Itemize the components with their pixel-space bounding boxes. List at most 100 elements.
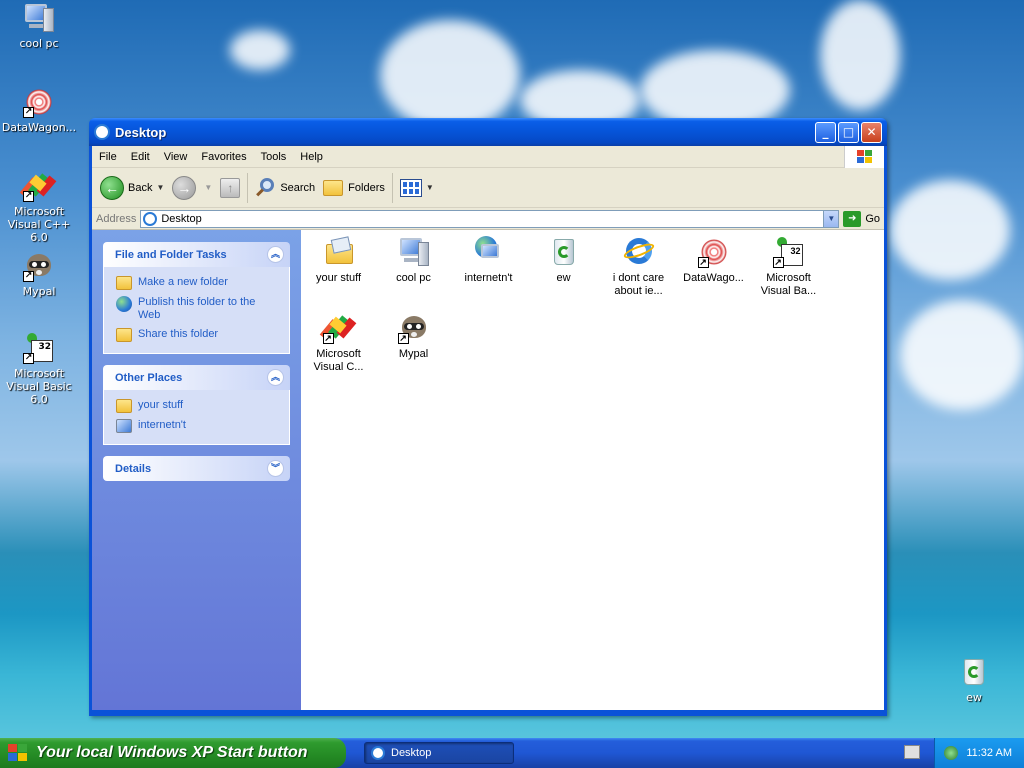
- place-internetnt[interactable]: internetn't: [116, 416, 279, 436]
- menu-favorites[interactable]: Favorites: [194, 151, 253, 163]
- panel-body: Make a new folder Publish this folder to…: [103, 267, 290, 354]
- back-button[interactable]: ← Back ▼: [96, 171, 168, 205]
- file-label: i dont care about ie...: [612, 272, 665, 297]
- visual-basic-icon: 32 ↗: [23, 332, 55, 364]
- safely-remove-icon[interactable]: [944, 746, 959, 760]
- search-icon: [255, 177, 275, 198]
- address-input[interactable]: Desktop ▼: [140, 209, 840, 228]
- datawagon-icon: ↗: [23, 86, 55, 118]
- close-button[interactable]: ✕: [861, 121, 882, 143]
- panel-header[interactable]: File and Folder Tasks ︽: [103, 242, 290, 267]
- start-label: Your local Windows XP Start button: [36, 744, 308, 761]
- menu-tools[interactable]: Tools: [254, 151, 294, 163]
- task-publish-to-web[interactable]: Publish this folder to the Web: [116, 293, 279, 325]
- other-places-panel: Other Places ︽ your stuff internetn't: [103, 365, 290, 445]
- panel-title: Other Places: [115, 371, 183, 384]
- menu-view[interactable]: View: [157, 151, 195, 163]
- search-button[interactable]: Search: [251, 171, 319, 205]
- raccoon-icon: ↗: [397, 312, 430, 344]
- place-label: your stuff: [138, 399, 184, 411]
- share-folder-icon: [116, 328, 132, 342]
- explorer-window[interactable]: Desktop _ □ ✕ File Edit View Favorites T…: [89, 118, 887, 716]
- file-item-mypal[interactable]: ↗ Mypal: [376, 312, 451, 361]
- raccoon-icon: ↗: [23, 250, 55, 282]
- computer-icon: [23, 2, 55, 34]
- toolbar: ← Back ▼ → ▼ ↑ Search Folders ▼: [92, 168, 884, 208]
- task-pane: File and Folder Tasks ︽ Make a new folde…: [92, 230, 301, 710]
- desktop-icon-label: Microsoft Visual C++ 6.0: [7, 205, 71, 244]
- folders-icon: [323, 179, 344, 196]
- desktop-icon-visual-cpp[interactable]: ↗ Microsoft Visual C++ 6.0: [1, 170, 77, 244]
- visual-cpp-icon: ↗: [319, 312, 356, 344]
- desktop-icon-mypal[interactable]: ↗ Mypal: [1, 250, 77, 298]
- file-item-visual-basic[interactable]: 32 ↗ Microsoft Visual Ba...: [751, 236, 826, 298]
- views-dropdown-icon[interactable]: ▼: [426, 183, 434, 192]
- search-label: Search: [280, 181, 316, 194]
- file-folder-tasks-panel: File and Folder Tasks ︽ Make a new folde…: [103, 242, 290, 354]
- up-folder-button[interactable]: ↑: [216, 171, 244, 205]
- menu-edit[interactable]: Edit: [124, 151, 157, 163]
- cloud: [380, 20, 520, 130]
- back-dropdown-icon[interactable]: ▼: [156, 183, 164, 192]
- menu-help[interactable]: Help: [293, 151, 330, 163]
- expand-chevron-icon[interactable]: ︾: [267, 460, 284, 477]
- address-bar: Address Desktop ▼ ➜ Go: [92, 208, 884, 230]
- go-button[interactable]: ➜ Go: [843, 210, 880, 227]
- place-your-stuff[interactable]: your stuff: [116, 396, 279, 416]
- panel-body: your stuff internetn't: [103, 390, 290, 445]
- panel-header[interactable]: Details ︾: [103, 456, 290, 481]
- window-content: File and Folder Tasks ︽ Make a new folde…: [92, 230, 884, 710]
- desktop-icon-label: ew: [966, 691, 982, 704]
- desktop-icon-label: DataWagon...: [1, 121, 77, 134]
- file-label: Microsoft Visual C...: [313, 348, 364, 373]
- file-label: Microsoft Visual Ba...: [760, 272, 817, 297]
- datawagon-icon: ↗: [697, 236, 730, 268]
- task-label: Desktop: [391, 747, 432, 759]
- cloud: [900, 300, 1024, 410]
- publish-web-icon: [116, 296, 132, 312]
- cloud: [230, 30, 290, 70]
- maximize-button[interactable]: □: [838, 121, 859, 143]
- desktop-icon-datawagon[interactable]: ↗ DataWagon...: [1, 86, 77, 134]
- clock[interactable]: 11:32 AM: [966, 747, 1012, 759]
- system-tray: 11:32 AM: [934, 738, 1024, 768]
- panel-header[interactable]: Other Places ︽: [103, 365, 290, 390]
- minimize-button[interactable]: _: [815, 121, 836, 143]
- desktop-icon-visual-basic[interactable]: 32 ↗ Microsoft Visual Basic 6.0: [1, 332, 77, 406]
- forward-button[interactable]: → ▼: [168, 171, 216, 205]
- file-item-internetnt[interactable]: internetn't: [451, 236, 526, 285]
- windows-logo-icon: [844, 146, 884, 168]
- collapse-chevron-icon[interactable]: ︽: [267, 369, 284, 386]
- address-dropdown-icon[interactable]: ▼: [823, 210, 839, 227]
- task-label: Make a new folder: [138, 276, 228, 288]
- file-label: ew: [556, 272, 571, 284]
- forward-arrow-icon: →: [172, 175, 197, 200]
- start-button[interactable]: Your local Windows XP Start button: [0, 738, 346, 768]
- file-item-cool-pc[interactable]: cool pc: [376, 236, 451, 285]
- file-item-datawagon[interactable]: ↗ DataWago...: [676, 236, 751, 285]
- file-area: your stuff cool pc internetn't ew i dont…: [301, 230, 884, 710]
- task-share-folder[interactable]: Share this folder: [116, 325, 279, 345]
- file-item-visual-cpp[interactable]: ↗ Microsoft Visual C...: [301, 312, 376, 374]
- file-item-your-stuff[interactable]: your stuff: [301, 236, 376, 285]
- views-button[interactable]: ▼: [396, 171, 438, 205]
- menu-file[interactable]: File: [92, 151, 124, 163]
- windows-flag-icon: [8, 744, 28, 762]
- desktop-icon-recycle-bin[interactable]: ew: [936, 656, 1012, 704]
- back-label: Back: [128, 181, 153, 194]
- desktop-icon-cool-pc[interactable]: cool pc: [1, 2, 77, 50]
- taskbar-window-desktop[interactable]: Desktop: [364, 742, 514, 764]
- new-folder-icon: [116, 276, 132, 290]
- views-icon: [399, 178, 422, 197]
- file-label: your stuff: [315, 272, 362, 284]
- task-make-new-folder[interactable]: Make a new folder: [116, 273, 279, 293]
- file-item-internet-explorer[interactable]: i dont care about ie...: [601, 236, 676, 298]
- file-label: cool pc: [396, 272, 431, 284]
- folders-button[interactable]: Folders: [319, 171, 389, 205]
- collapse-chevron-icon[interactable]: ︽: [267, 246, 284, 263]
- file-item-ew[interactable]: ew: [526, 236, 601, 285]
- window-titlebar[interactable]: Desktop _ □ ✕: [89, 118, 887, 146]
- keyboard-icon[interactable]: [904, 745, 920, 759]
- ie-address-icon: [143, 211, 158, 226]
- forward-dropdown-icon: ▼: [204, 183, 213, 192]
